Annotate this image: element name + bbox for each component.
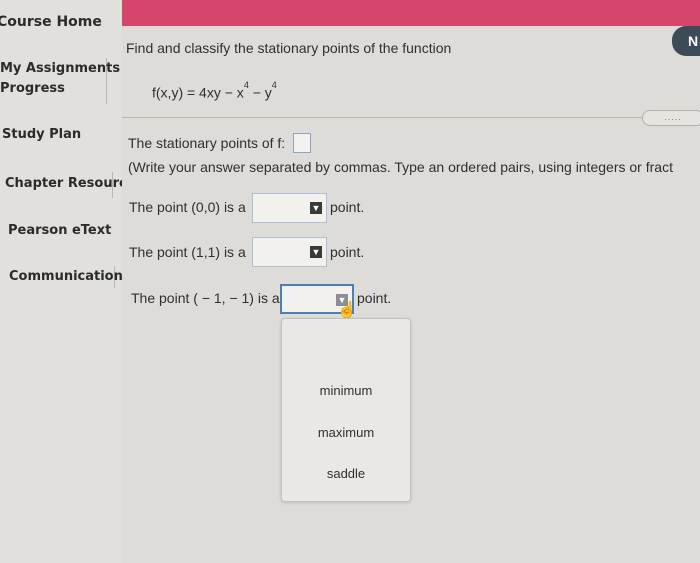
- point2-suffix: point.: [330, 244, 365, 260]
- sidebar-item-chapter-resources[interactable]: Chapter Resourc: [5, 176, 127, 191]
- point1-classification-select[interactable]: ▼: [252, 193, 327, 223]
- top-header-bar: [122, 0, 700, 26]
- chevron-down-icon: ▼: [310, 246, 322, 258]
- chevron-down-icon: ▼: [310, 202, 322, 214]
- point3-suffix: point.: [357, 290, 392, 306]
- point1-suffix: point.: [330, 199, 365, 215]
- question-prompt: Find and classify the stationary points …: [126, 40, 452, 56]
- classification-dropdown-menu: minimum maximum saddle: [281, 318, 411, 502]
- point2-classification-select[interactable]: ▼: [252, 237, 327, 267]
- sidebar-item-progress[interactable]: Progress: [0, 81, 65, 96]
- divider: [122, 117, 700, 118]
- more-options-button[interactable]: .....: [642, 110, 700, 126]
- sidebar-item-my-assignments[interactable]: My Assignments: [0, 61, 120, 76]
- dropdown-option-saddle[interactable]: saddle: [282, 466, 410, 481]
- hand-pointer-icon: ☝: [337, 302, 357, 319]
- dropdown-option-minimum[interactable]: minimum: [282, 383, 410, 398]
- function-mid: − y: [248, 84, 272, 101]
- point3-label: The point ( − 1, − 1) is a: [131, 290, 280, 306]
- stationary-points-label: The stationary points of f:: [128, 135, 286, 151]
- sidebar-item-study-plan[interactable]: Study Plan: [2, 127, 81, 142]
- function-exponent: 4: [243, 80, 249, 90]
- point1-label: The point (0,0) is a: [129, 199, 246, 215]
- next-question-button[interactable]: N: [672, 26, 700, 56]
- sidebar: Course Home My Assignments Progress Stud…: [0, 0, 127, 563]
- function-base: f(x,y) = 4xy − x: [152, 84, 244, 101]
- answer-instruction: (Write your answer separated by commas. …: [128, 159, 673, 175]
- stationary-points-input[interactable]: [293, 133, 311, 153]
- function-expression: f(x,y) = 4xy − x4 − y4: [152, 80, 277, 101]
- sidebar-item-pearson-etext[interactable]: Pearson eText: [8, 223, 111, 238]
- sidebar-item-communication[interactable]: Communication: [9, 269, 123, 284]
- point2-label: The point (1,1) is a: [129, 244, 246, 260]
- dropdown-option-maximum[interactable]: maximum: [282, 425, 410, 440]
- sidebar-item-course-home[interactable]: Course Home: [0, 14, 102, 30]
- function-exponent: 4: [271, 80, 277, 90]
